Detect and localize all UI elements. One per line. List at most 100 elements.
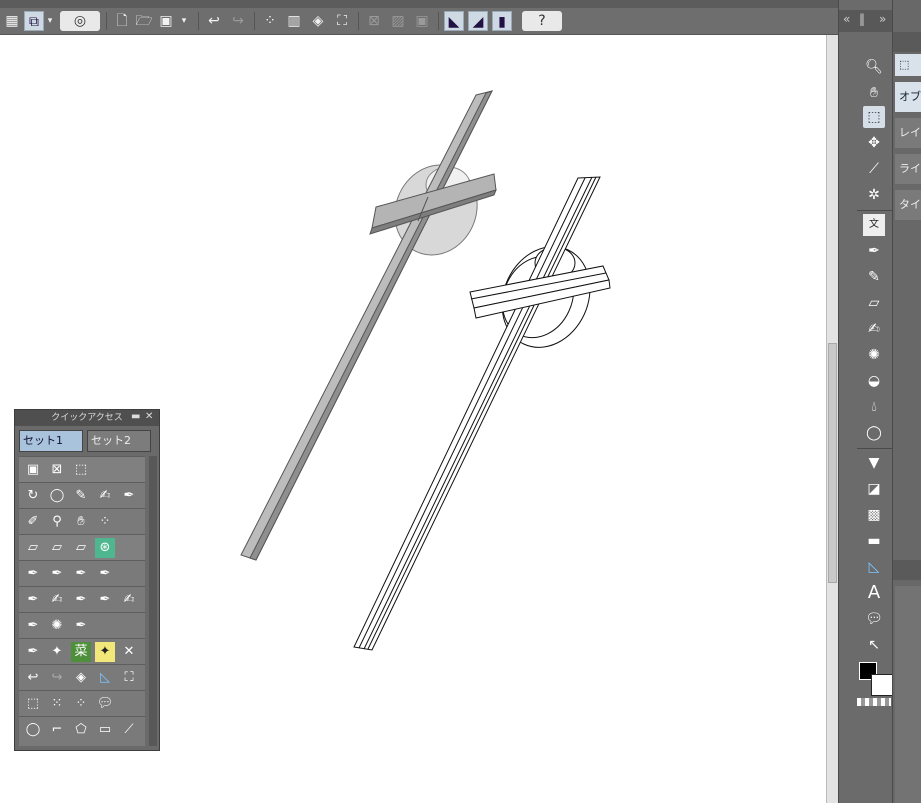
palette-header[interactable]: « ‖ » bbox=[839, 10, 893, 32]
help-button[interactable]: ? bbox=[522, 11, 562, 31]
marker-icon[interactable]: ✒ bbox=[119, 486, 139, 506]
select-dots-icon[interactable]: ⁙ bbox=[47, 694, 67, 714]
rotate-icon[interactable]: ↻ bbox=[23, 486, 43, 506]
transparent-color-swatch[interactable] bbox=[857, 698, 891, 706]
selection-icon[interactable]: ⬚ bbox=[71, 460, 91, 480]
ruler-triangle-icon[interactable]: ◺ bbox=[95, 668, 115, 688]
ink-splash-icon[interactable]: ✺ bbox=[47, 616, 67, 636]
brush-blue-icon[interactable]: ✍ bbox=[47, 590, 67, 610]
ruler-off-icon[interactable]: ⊠ bbox=[364, 11, 384, 31]
canvas-color-icon[interactable]: ▣ bbox=[23, 460, 43, 480]
object-icon[interactable]: ⬚ bbox=[23, 694, 43, 714]
tab-object[interactable]: オブジ bbox=[895, 82, 921, 112]
save-icon[interactable]: ▣ bbox=[156, 11, 176, 31]
collapse-right-icon[interactable]: » bbox=[879, 12, 886, 26]
pen-g-icon[interactable]: ✒ bbox=[23, 564, 43, 584]
tab-layer[interactable]: レイヤ bbox=[895, 118, 921, 148]
ruler-triangle-icon[interactable]: ◺ bbox=[863, 556, 885, 578]
eraser-hard-icon[interactable]: ▱ bbox=[71, 538, 91, 558]
brush-select-icon[interactable]: ✎ bbox=[71, 486, 91, 506]
brush-icon[interactable]: ✍ bbox=[863, 318, 885, 340]
tone-pattern-icon[interactable]: ⊛ bbox=[95, 538, 115, 558]
snap-ruler-icon[interactable]: ◣ bbox=[444, 11, 464, 31]
wand-icon[interactable]: ⟋ bbox=[119, 720, 139, 740]
text-icon[interactable]: A bbox=[863, 582, 885, 604]
marker-d-icon[interactable]: ✒ bbox=[23, 616, 43, 636]
tone-icon[interactable]: ▩ bbox=[863, 504, 885, 526]
menu-bar[interactable] bbox=[0, 0, 838, 8]
collapse-left-icon[interactable]: « bbox=[843, 12, 850, 26]
sub-color-swatch[interactable] bbox=[871, 674, 893, 696]
minimize-icon[interactable]: ▬ bbox=[131, 411, 140, 422]
pen-blue-icon[interactable]: ✍ bbox=[95, 486, 115, 506]
sparkle-icon[interactable]: ✲ bbox=[863, 184, 885, 206]
hand-icon[interactable]: ✋︎ bbox=[863, 82, 885, 104]
marker-c-icon[interactable]: ✒ bbox=[95, 590, 115, 610]
correction-icon[interactable]: ↖ bbox=[863, 634, 885, 656]
lasso-select-icon[interactable]: ◯ bbox=[47, 486, 67, 506]
lower-panel-header[interactable] bbox=[893, 560, 921, 580]
select-layer-icon[interactable]: ⧉ bbox=[24, 11, 44, 31]
zoom-icon[interactable]: ⚲ bbox=[47, 512, 67, 532]
grid-icon[interactable]: ▦ bbox=[2, 11, 22, 31]
snap-grid-icon[interactable]: ▮ bbox=[492, 11, 512, 31]
eraser-red-icon[interactable]: ✐ bbox=[23, 512, 43, 532]
scatter-icon[interactable]: ⁘ bbox=[260, 11, 280, 31]
object-panel-icon[interactable]: ⬚ bbox=[895, 54, 921, 76]
figure-icon[interactable]: ⌐ bbox=[47, 720, 67, 740]
water-icon[interactable]: 💧︎ bbox=[863, 396, 885, 418]
undo-icon[interactable]: ↩ bbox=[204, 11, 224, 31]
redo-icon[interactable]: ↪ bbox=[228, 11, 248, 31]
marker-b-icon[interactable]: ✒ bbox=[71, 590, 91, 610]
transform-icon[interactable]: ▥ bbox=[284, 11, 304, 31]
panel-header[interactable] bbox=[893, 32, 921, 52]
eraser-soft-icon[interactable]: ▱ bbox=[47, 538, 67, 558]
sparkle-icon[interactable]: ✦ bbox=[47, 642, 67, 662]
zoom-icon[interactable]: 🔍︎ bbox=[863, 56, 885, 78]
fill-bucket-icon[interactable]: ▼ bbox=[863, 452, 885, 474]
chevron-down-icon[interactable]: ▾ bbox=[44, 11, 56, 31]
diamond-icon[interactable]: ✕ bbox=[119, 642, 139, 662]
new-file-icon[interactable]: 🗋 bbox=[112, 11, 132, 31]
tab-light[interactable]: ライト bbox=[895, 154, 921, 184]
pen-turnip-icon[interactable]: ✒ bbox=[95, 564, 115, 584]
scrollbar-thumb[interactable] bbox=[828, 343, 837, 583]
move-icon[interactable]: ✥ bbox=[863, 132, 885, 154]
scatter-icon[interactable]: ⁘ bbox=[95, 512, 115, 532]
wireframe-cross[interactable] bbox=[353, 176, 611, 651]
star-brush-icon[interactable]: ✦ bbox=[95, 642, 115, 662]
expand-icon[interactable]: ⛶ bbox=[332, 11, 352, 31]
balloon-icon[interactable]: 💬︎ bbox=[95, 694, 115, 714]
polygon-icon[interactable]: ⬠ bbox=[71, 720, 91, 740]
airbrush-icon[interactable]: ✺ bbox=[863, 344, 885, 366]
marker-e-icon[interactable]: ✒ bbox=[71, 616, 91, 636]
hatch-icon[interactable]: ▨ bbox=[388, 11, 408, 31]
frame-icon[interactable]: ▣ bbox=[412, 11, 432, 31]
tab-timeline[interactable]: タイム bbox=[895, 190, 921, 220]
text-box-icon[interactable]: 文 bbox=[863, 214, 885, 236]
brush-dark-icon[interactable]: ✍ bbox=[119, 590, 139, 610]
grid-dots-icon[interactable]: ⁘ bbox=[71, 694, 91, 714]
spiral-button[interactable]: ◎ bbox=[60, 11, 100, 31]
tab-set1[interactable]: セット1 bbox=[19, 430, 83, 452]
eraser-icon[interactable]: ▱ bbox=[863, 292, 885, 314]
layer-mask-icon[interactable]: ⊠ bbox=[47, 460, 67, 480]
marker-icon[interactable]: ✎ bbox=[863, 266, 885, 288]
redo-icon[interactable]: ↪ bbox=[47, 668, 67, 688]
blend-icon[interactable]: ◒ bbox=[863, 370, 885, 392]
open-file-icon[interactable]: 🗁 bbox=[134, 11, 154, 31]
snap-special-icon[interactable]: ◢ bbox=[468, 11, 488, 31]
chevron-down-icon[interactable]: ▾ bbox=[178, 11, 190, 31]
pen-maru-icon[interactable]: ✒ bbox=[47, 564, 67, 584]
fill-icon[interactable]: ◈ bbox=[71, 668, 91, 688]
tab-set2[interactable]: セット2 bbox=[87, 430, 151, 452]
eraser-icon[interactable]: ▱ bbox=[23, 538, 43, 558]
undo-icon[interactable]: ↩ bbox=[23, 668, 43, 688]
balloon-icon[interactable]: 💬︎ bbox=[863, 608, 885, 630]
marker-a-icon[interactable]: ✒ bbox=[23, 590, 43, 610]
pen-kabura-icon[interactable]: ✒ bbox=[71, 564, 91, 584]
fill-icon[interactable]: ◈ bbox=[308, 11, 328, 31]
lasso-icon[interactable]: ◯ bbox=[863, 422, 885, 444]
shaded-cross[interactable] bbox=[240, 90, 497, 561]
close-icon[interactable]: ✕ bbox=[145, 411, 153, 422]
